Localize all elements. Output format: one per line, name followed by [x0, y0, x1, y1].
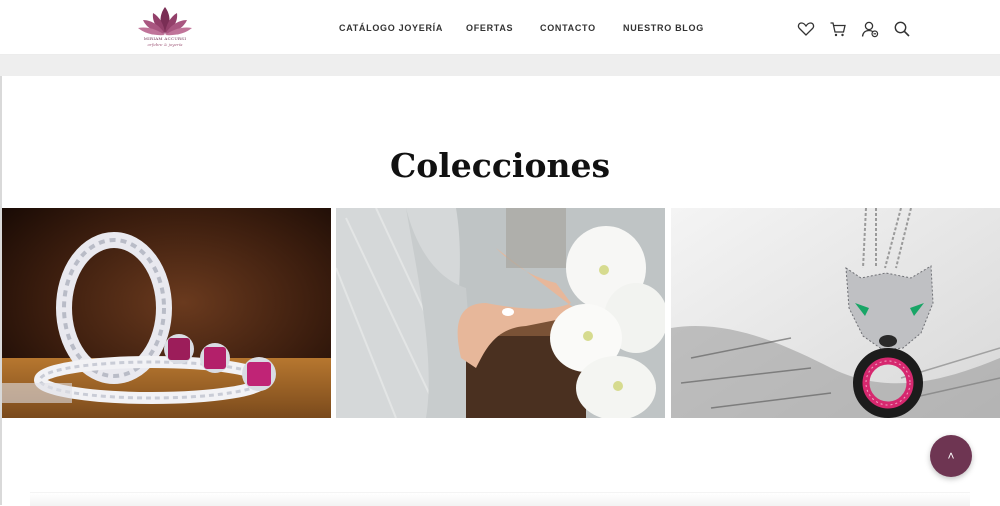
nav-item-nuestro-blog[interactable]: NUESTRO BLOG	[623, 23, 704, 33]
header-subbar	[0, 55, 1000, 76]
next-section-edge	[30, 492, 970, 506]
heart-icon[interactable]	[797, 20, 815, 38]
rings-collection-image	[2, 208, 331, 418]
chevron-up-icon: ˄	[947, 449, 955, 463]
back-to-top-button[interactable]: ˄	[930, 435, 972, 477]
cart-icon[interactable]	[829, 20, 847, 38]
nav-item-catalogo-joyeria[interactable]: CATÁLOGO JOYERÍA	[339, 23, 443, 33]
bridal-collection-image	[336, 208, 665, 418]
collection-tile-rings[interactable]	[2, 208, 331, 418]
site-header: MIRIAM ACCURSI orfebre & joyería CATÁLOG…	[0, 0, 1000, 55]
nav-item-ofertas[interactable]: OFERTAS	[466, 23, 513, 33]
search-icon[interactable]	[893, 20, 911, 38]
logo-tagline: orfebre & joyería	[147, 42, 183, 47]
nav-item-contacto[interactable]: CONTACTO	[540, 23, 596, 33]
main-navigation: CATÁLOGO JOYERÍA OFERTAS CONTACTO NUESTR…	[0, 23, 1000, 37]
collection-tile-bridal[interactable]	[336, 208, 665, 418]
panther-pendant-collection-image	[671, 208, 1000, 418]
collection-tile-panther[interactable]	[671, 208, 1000, 418]
user-icon[interactable]	[861, 20, 879, 38]
section-title: Colecciones	[389, 146, 611, 185]
